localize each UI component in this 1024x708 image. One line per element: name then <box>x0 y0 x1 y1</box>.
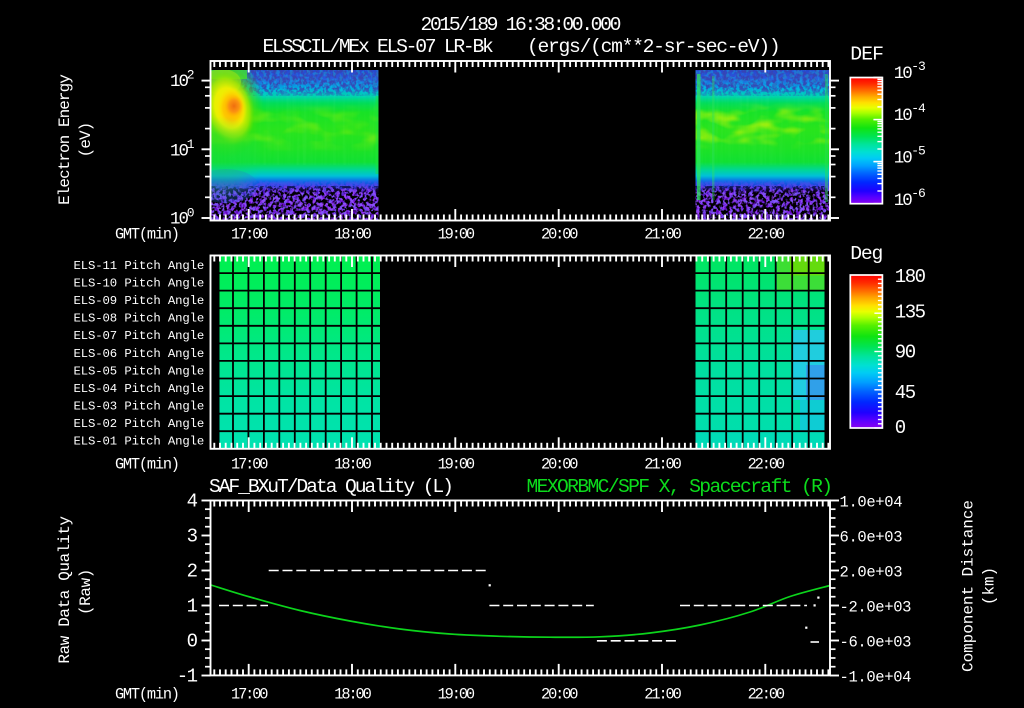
svg-text:17:00: 17:00 <box>231 456 268 474</box>
svg-text:ELS-09 Pitch Angle: ELS-09 Pitch Angle <box>74 294 205 308</box>
svg-text:ELS-08 Pitch Angle: ELS-08 Pitch Angle <box>74 312 205 326</box>
svg-text:ELS-03 Pitch Angle: ELS-03 Pitch Angle <box>74 400 205 414</box>
svg-text:10: 10 <box>894 149 913 169</box>
svg-text:2015/189 16:38:00.000: 2015/189 16:38:00.000 <box>421 14 621 36</box>
svg-text:-5: -5 <box>911 144 925 159</box>
svg-text:90: 90 <box>895 342 916 364</box>
svg-text:22:00: 22:00 <box>748 456 785 474</box>
svg-text:DEF: DEF <box>850 44 883 66</box>
svg-text:19:00: 19:00 <box>438 686 475 704</box>
svg-text:180: 180 <box>895 266 926 288</box>
svg-text:20:00: 20:00 <box>541 686 578 704</box>
svg-text:135: 135 <box>895 302 926 324</box>
svg-text:19:00: 19:00 <box>438 456 475 474</box>
svg-text:18:00: 18:00 <box>334 686 371 704</box>
svg-text:10: 10 <box>170 72 189 92</box>
svg-text:-1: -1 <box>177 665 198 687</box>
svg-text:3: 3 <box>187 525 198 547</box>
svg-text:GMT(min): GMT(min) <box>115 456 179 474</box>
svg-text:(eV): (eV) <box>77 123 95 158</box>
svg-text:-1.0e+04: -1.0e+04 <box>840 668 912 686</box>
svg-text:ELSSCIL/MEx ELS-07 LR-Bk: ELSSCIL/MEx ELS-07 LR-Bk <box>263 36 494 58</box>
svg-text:1.0e+04: 1.0e+04 <box>840 493 903 511</box>
svg-text:Component Distance: Component Distance <box>960 500 978 672</box>
svg-text:10: 10 <box>894 191 913 211</box>
svg-text:GMT(min): GMT(min) <box>115 226 179 244</box>
svg-text:GMT(min): GMT(min) <box>115 686 179 704</box>
svg-text:4: 4 <box>187 490 198 512</box>
svg-text:0: 0 <box>187 630 198 652</box>
svg-text:0: 0 <box>895 417 906 439</box>
svg-text:21:00: 21:00 <box>644 686 681 704</box>
svg-text:20:00: 20:00 <box>541 226 578 244</box>
svg-text:22:00: 22:00 <box>748 226 785 244</box>
svg-text:17:00: 17:00 <box>231 226 268 244</box>
svg-text:18:00: 18:00 <box>334 456 371 474</box>
svg-text:0: 0 <box>187 206 194 221</box>
svg-text:10: 10 <box>170 141 189 161</box>
svg-text:ELS-07 Pitch Angle: ELS-07 Pitch Angle <box>74 329 205 343</box>
svg-text:-6: -6 <box>911 186 925 201</box>
svg-text:-6.0e+03: -6.0e+03 <box>840 633 912 651</box>
svg-text:2: 2 <box>187 560 198 582</box>
svg-text:-3: -3 <box>911 59 925 74</box>
svg-text:6.0e+03: 6.0e+03 <box>840 528 903 546</box>
svg-text:20:00: 20:00 <box>541 456 578 474</box>
svg-text:10: 10 <box>894 106 913 126</box>
svg-text:18:00: 18:00 <box>334 226 371 244</box>
svg-text:1: 1 <box>187 137 195 152</box>
svg-text:ELS-04 Pitch Angle: ELS-04 Pitch Angle <box>74 382 205 396</box>
svg-text:17:00: 17:00 <box>231 686 268 704</box>
svg-text:ELS-02 Pitch Angle: ELS-02 Pitch Angle <box>74 417 205 431</box>
svg-text:(Raw): (Raw) <box>77 569 95 615</box>
svg-text:(km): (km) <box>981 567 999 605</box>
svg-text:Raw Data Quality: Raw Data Quality <box>56 516 74 664</box>
svg-text:SAF_BXuT/Data Quality (L): SAF_BXuT/Data Quality (L) <box>209 476 452 498</box>
svg-text:ELS-06 Pitch Angle: ELS-06 Pitch Angle <box>74 347 205 361</box>
svg-text:Electron Energy: Electron Energy <box>56 74 74 205</box>
svg-text:ELS-10 Pitch Angle: ELS-10 Pitch Angle <box>74 277 205 291</box>
svg-text:22:00: 22:00 <box>748 686 785 704</box>
svg-text:21:00: 21:00 <box>644 456 681 474</box>
svg-text:Deg: Deg <box>850 243 882 265</box>
svg-text:ELS-11 Pitch Angle: ELS-11 Pitch Angle <box>74 259 205 273</box>
svg-text:(ergs/(cm**2-sr-sec-eV)): (ergs/(cm**2-sr-sec-eV)) <box>527 36 779 58</box>
svg-text:10: 10 <box>894 64 913 84</box>
svg-text:21:00: 21:00 <box>644 226 681 244</box>
svg-text:-4: -4 <box>911 101 926 116</box>
svg-text:2: 2 <box>187 68 194 83</box>
svg-text:1: 1 <box>187 595 198 617</box>
svg-text:ELS-05 Pitch Angle: ELS-05 Pitch Angle <box>74 364 205 378</box>
svg-text:ELS-01 Pitch Angle: ELS-01 Pitch Angle <box>74 435 205 449</box>
svg-text:45: 45 <box>895 382 916 404</box>
svg-text:19:00: 19:00 <box>438 226 475 244</box>
svg-text:-2.0e+03: -2.0e+03 <box>840 598 912 616</box>
svg-text:2.0e+03: 2.0e+03 <box>840 563 903 581</box>
svg-text:MEXORBMC/SPF X, Spacecraft (R): MEXORBMC/SPF X, Spacecraft (R) <box>527 476 832 498</box>
